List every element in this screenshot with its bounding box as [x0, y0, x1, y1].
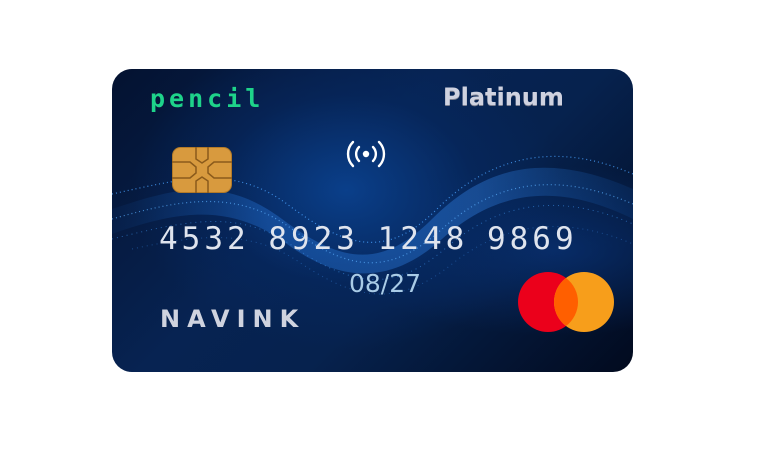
brand-logo: pencil: [150, 84, 265, 113]
card-number: 4532 8923 1248 9869: [159, 221, 578, 257]
contactless-icon: [346, 140, 386, 168]
card-tier: Platinum: [443, 83, 564, 111]
credit-card: pencil Platinum 4532 8923 1248 9869 08/2…: [112, 69, 633, 372]
cardholder-name: NAVINK: [160, 305, 306, 333]
expiry-date: 08/27: [349, 269, 422, 298]
emv-chip-icon: [172, 147, 232, 193]
mastercard-logo: [518, 272, 614, 332]
